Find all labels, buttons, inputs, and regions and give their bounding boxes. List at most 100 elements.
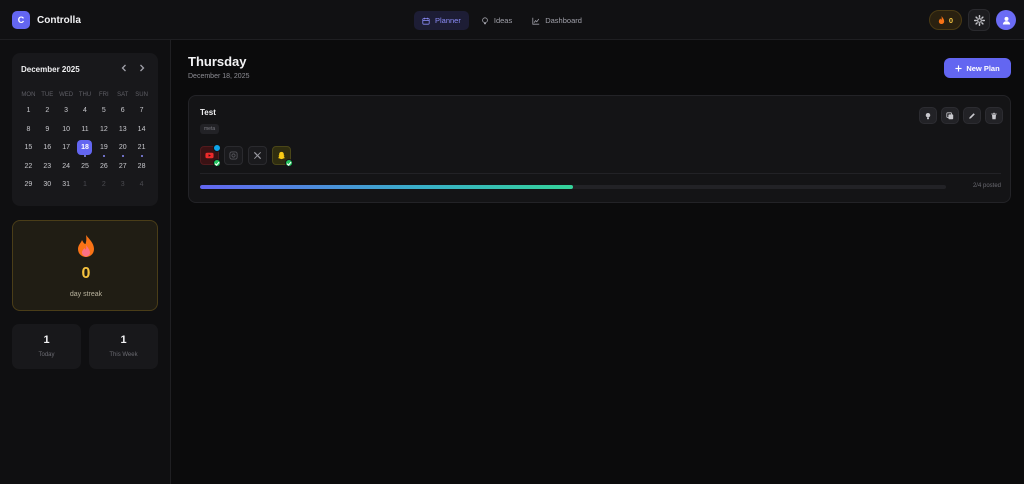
- weekday-label: THU: [78, 92, 92, 98]
- calendar-day[interactable]: 13: [113, 121, 132, 140]
- calendar-day-number: 11: [81, 125, 89, 133]
- brand-name: Controlla: [37, 14, 81, 26]
- streak-pill[interactable]: 0: [929, 10, 962, 30]
- progress-bar: [200, 185, 946, 189]
- calendar-day-number: 12: [99, 125, 108, 133]
- x-logo-icon: [253, 151, 262, 160]
- calendar-day[interactable]: 4: [76, 102, 95, 121]
- tab-dashboard[interactable]: Dashboard: [524, 11, 590, 30]
- calendar-day[interactable]: 30: [38, 176, 57, 195]
- plan-card[interactable]: Test meta 2/4 posted: [188, 95, 1011, 203]
- copy-icon: [946, 111, 954, 119]
- idea-button[interactable]: [919, 107, 937, 124]
- streak-count: 0: [81, 265, 91, 282]
- calendar-day-today[interactable]: 18: [76, 139, 95, 158]
- divider: [200, 173, 1001, 174]
- calendar-day[interactable]: 19: [94, 139, 113, 158]
- calendar-day-number: 18: [77, 140, 93, 155]
- calendar-day[interactable]: 26: [94, 158, 113, 177]
- platform-x[interactable]: [248, 146, 267, 165]
- calendar-day[interactable]: 2: [94, 176, 113, 195]
- tab-ideas[interactable]: Ideas: [473, 11, 520, 30]
- platform-youtube[interactable]: [200, 144, 221, 167]
- calendar-day-number: 20: [118, 144, 127, 151]
- settings-button[interactable]: [968, 9, 990, 31]
- mini-calendar: December 2025 MON TUE WED THU FRI SAT SUN 1 2 3 4 5…: [12, 53, 158, 206]
- page-date: December 18, 2025: [188, 73, 250, 80]
- scheduled-badge: [213, 144, 221, 152]
- weekday-label: MON: [21, 92, 36, 98]
- calendar-month-label: December 2025: [21, 65, 80, 74]
- stat-week-label: This Week: [109, 352, 138, 358]
- chevron-right-icon[interactable]: [137, 63, 147, 73]
- platform-instagram[interactable]: [224, 146, 243, 165]
- tab-ideas-label: Ideas: [493, 16, 513, 25]
- flame-icon: [78, 235, 94, 257]
- calendar-day[interactable]: 11: [76, 121, 95, 140]
- calendar-day[interactable]: 4: [132, 176, 151, 195]
- calendar-day[interactable]: 22: [19, 158, 38, 177]
- tab-planner[interactable]: Planner: [414, 11, 469, 30]
- edit-button[interactable]: [963, 107, 981, 124]
- calendar-day[interactable]: 5: [94, 102, 113, 121]
- chevron-left-icon[interactable]: [119, 63, 129, 73]
- calendar-day-number: 6: [120, 107, 125, 114]
- calendar-day-number: 22: [24, 162, 33, 170]
- platform-snapchat[interactable]: [272, 146, 293, 167]
- calendar-day[interactable]: 23: [38, 158, 57, 177]
- calendar-day[interactable]: 15: [19, 139, 38, 158]
- calendar-day[interactable]: 10: [57, 121, 76, 140]
- calendar-day-number: 10: [62, 125, 71, 133]
- weekday-label: SUN: [135, 92, 148, 98]
- gear-icon: [973, 14, 985, 26]
- calendar-day[interactable]: 2: [38, 102, 57, 121]
- calendar-day[interactable]: 12: [94, 121, 113, 140]
- calendar-day[interactable]: 9: [38, 121, 57, 140]
- calendar-day-number: 16: [43, 144, 52, 151]
- calendar-day[interactable]: 21: [132, 139, 151, 158]
- calendar-day-number: 23: [43, 162, 52, 170]
- calendar-day-number: 8: [26, 125, 31, 133]
- calendar-day-number: 31: [62, 181, 71, 188]
- brand[interactable]: C Controlla: [12, 11, 81, 29]
- calendar-day[interactable]: 1: [76, 176, 95, 195]
- calendar-day-number: 13: [118, 125, 127, 133]
- platform-list: [200, 144, 293, 167]
- calendar-day[interactable]: 8: [19, 121, 38, 140]
- avatar[interactable]: [996, 10, 1016, 30]
- calendar-day[interactable]: 14: [132, 121, 151, 140]
- calendar-day-number: 7: [139, 107, 144, 114]
- calendar-day-number: 5: [101, 107, 106, 114]
- calendar-day[interactable]: 3: [113, 176, 132, 195]
- calendar-day[interactable]: 6: [113, 102, 132, 121]
- delete-button[interactable]: [985, 107, 1003, 124]
- calendar-day-number: 1: [26, 107, 31, 114]
- calendar-day-number: 15: [24, 144, 33, 151]
- instagram-icon: [229, 151, 238, 160]
- stat-week-value: 1: [120, 334, 127, 346]
- duplicate-button[interactable]: [941, 107, 959, 124]
- calendar-day[interactable]: 7: [132, 102, 151, 121]
- calendar-day[interactable]: 28: [132, 158, 151, 177]
- calendar-day-number: 1: [83, 181, 87, 188]
- calendar-day-number: 24: [62, 162, 71, 170]
- stat-today: 1 Today: [12, 324, 81, 369]
- calendar-icon: [422, 17, 430, 25]
- calendar-day[interactable]: 29: [19, 176, 38, 195]
- weekday-label: SAT: [117, 92, 129, 98]
- tab-planner-label: Planner: [435, 16, 461, 25]
- calendar-day[interactable]: 20: [113, 139, 132, 158]
- calendar-day-number: 2: [101, 181, 106, 188]
- calendar-day[interactable]: 31: [57, 176, 76, 195]
- calendar-day[interactable]: 16: [38, 139, 57, 158]
- plus-icon: [955, 64, 962, 72]
- calendar-day[interactable]: 25: [76, 158, 95, 177]
- calendar-day[interactable]: 3: [57, 102, 76, 121]
- check-icon: [213, 159, 221, 167]
- new-plan-button[interactable]: New Plan: [944, 58, 1011, 78]
- calendar-day[interactable]: 24: [57, 158, 76, 177]
- stat-week: 1 This Week: [89, 324, 158, 369]
- calendar-day[interactable]: 1: [19, 102, 38, 121]
- calendar-day[interactable]: 27: [113, 158, 132, 177]
- calendar-day[interactable]: 17: [57, 139, 76, 158]
